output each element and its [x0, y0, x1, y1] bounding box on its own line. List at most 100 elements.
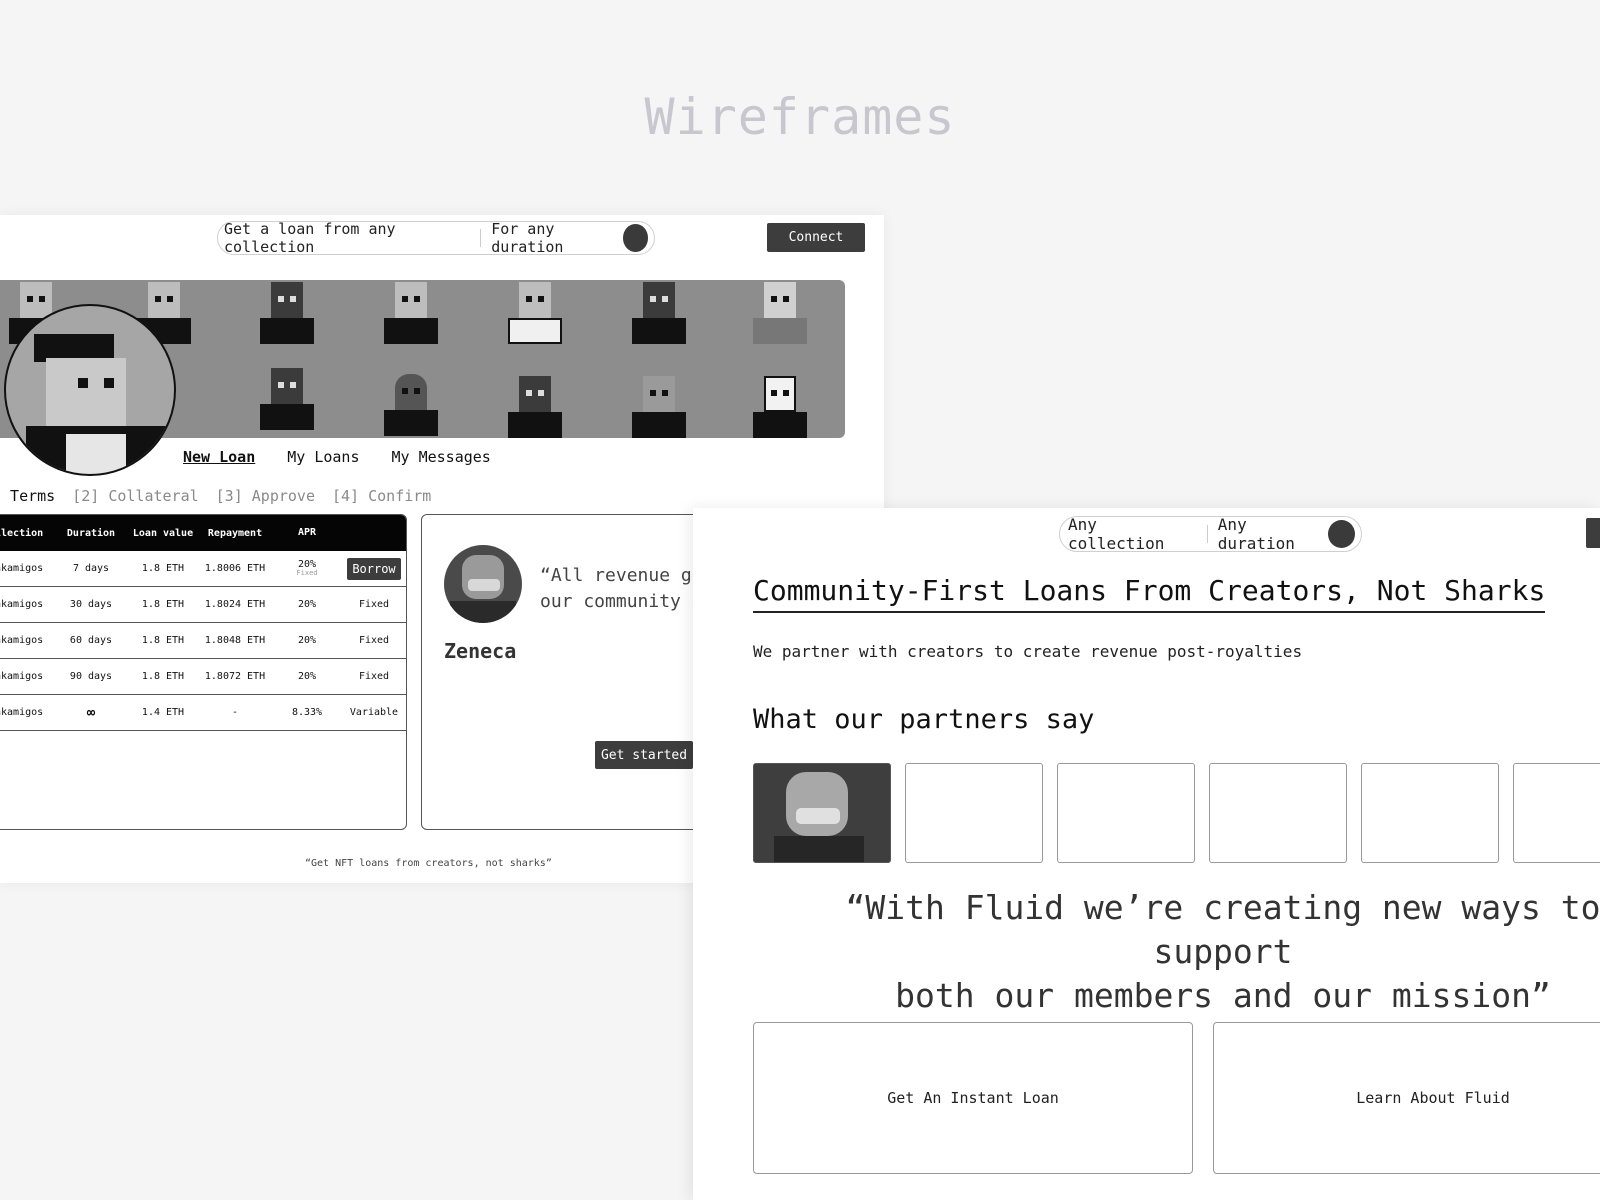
- cell-duration: 7 days: [72, 563, 110, 574]
- quote-line: both our members and our mission”: [895, 976, 1551, 1015]
- nft-avatar-icon: [380, 280, 442, 344]
- nft-avatar-icon: [504, 374, 566, 438]
- cell-repayment: -: [231, 707, 239, 718]
- cell-loan-value: 1.4 ETH: [141, 707, 185, 718]
- cell-duration: 60 days: [69, 635, 113, 646]
- zeneca-avatar: [444, 545, 522, 623]
- table-row[interactable]: akamigos 30 days 1.8 ETH 1.8024 ETH 20% …: [0, 587, 406, 623]
- cell-rate-type: Fixed: [358, 671, 390, 682]
- ape-head-icon: [786, 772, 848, 836]
- step-approve[interactable]: [3] Approve: [216, 487, 315, 505]
- nft-avatar-icon: [256, 366, 318, 430]
- search-toggle-icon[interactable]: [622, 224, 648, 252]
- cell-collection: akamigos: [0, 671, 44, 682]
- table-row[interactable]: akamigos 90 days 1.8 ETH 1.8072 ETH 20% …: [0, 659, 406, 695]
- loan-tabs: New Loan My Loans My Messages: [183, 448, 491, 466]
- quote-line: “All revenue go: [540, 565, 703, 586]
- col-loan-value: Loan value: [132, 527, 194, 539]
- cell-rate-type: Fixed: [358, 635, 390, 646]
- connect-button[interactable]: [1586, 518, 1600, 548]
- nft-avatar-icon: [749, 374, 811, 438]
- hero-subtitle: We partner with creators to create reven…: [753, 642, 1303, 661]
- tab-my-loans[interactable]: My Loans: [287, 448, 359, 466]
- collection-filter[interactable]: Any collection: [1068, 515, 1197, 553]
- partners-heading: What our partners say: [753, 704, 1095, 735]
- nft-avatar-icon: [628, 280, 690, 344]
- step-terms[interactable]: ] Terms: [0, 487, 55, 505]
- cell-duration: 30 days: [69, 599, 113, 610]
- testimonial-author: Zeneca: [444, 639, 517, 663]
- loan-steps: ] Terms [2] Collateral [3] Approve [4] C…: [0, 487, 431, 505]
- collection-filter[interactable]: Get a loan from any collection: [224, 220, 470, 256]
- cell-repayment: 1.8024 ETH: [204, 599, 266, 610]
- nft-avatar-icon: [749, 280, 811, 344]
- col-repayment: Repayment: [207, 527, 263, 539]
- partner-carousel: [753, 763, 1600, 863]
- get-started-button[interactable]: Get started: [595, 741, 693, 769]
- partner-quote: “With Fluid we’re creating new ways to s…: [773, 886, 1600, 1018]
- tab-new-loan[interactable]: New Loan: [183, 448, 255, 466]
- partner-thumb[interactable]: [1361, 763, 1499, 863]
- table-row[interactable]: akamigos ∞ 1.4 ETH - 8.33% Variable: [0, 695, 406, 731]
- tab-my-messages[interactable]: My Messages: [392, 448, 491, 466]
- profile-avatar[interactable]: [4, 304, 176, 476]
- search-toggle-icon[interactable]: [1328, 520, 1355, 548]
- cell-repayment: 1.8006 ETH: [204, 563, 266, 574]
- cell-collection: akamigos: [0, 707, 44, 718]
- hero-title: Community-First Loans From Creators, Not…: [753, 574, 1546, 613]
- cell-collection: akamigos: [0, 599, 44, 610]
- duration-filter[interactable]: Any duration: [1218, 515, 1328, 553]
- step-collateral[interactable]: [2] Collateral: [72, 487, 198, 505]
- nft-avatar-icon: [504, 280, 566, 344]
- testimonial-card: “All revenue go our community a Zeneca G…: [421, 514, 723, 830]
- partner-thumb[interactable]: [1057, 763, 1195, 863]
- search-pill[interactable]: Any collection Any duration: [1059, 515, 1362, 553]
- partner-thumb[interactable]: [1513, 763, 1600, 863]
- cell-loan-value: 1.8 ETH: [141, 599, 185, 610]
- quote-line: “With Fluid we’re creating new ways to s…: [845, 888, 1600, 971]
- partner-thumb[interactable]: [753, 763, 891, 863]
- partner-thumb[interactable]: [905, 763, 1043, 863]
- col-collection: llection: [0, 527, 44, 539]
- duration-filter[interactable]: For any duration: [491, 220, 622, 256]
- apr-type: Fixed: [296, 569, 318, 577]
- cell-rate-type: Variable: [349, 707, 399, 718]
- landing-page-wireframe: Any collection Any duration Community-Fi…: [693, 508, 1600, 1200]
- cell-apr: 8.33%: [291, 706, 323, 718]
- cell-collection: akamigos: [0, 563, 44, 574]
- cell-loan-value: 1.8 ETH: [141, 635, 185, 646]
- table-row[interactable]: akamigos 7 days 1.8 ETH 1.8006 ETH 20%Fi…: [0, 551, 406, 587]
- partner-thumb[interactable]: [1209, 763, 1347, 863]
- cell-action: Borrow: [343, 557, 405, 580]
- pill-divider: [1206, 525, 1208, 543]
- step-confirm[interactable]: [4] Confirm: [332, 487, 431, 505]
- learn-about-fluid-button[interactable]: Learn About Fluid: [1213, 1022, 1600, 1174]
- cell-duration: 90 days: [69, 671, 113, 682]
- connect-button[interactable]: Connect: [767, 223, 865, 252]
- borrow-button[interactable]: Borrow: [347, 557, 401, 580]
- quote-line: our community a: [540, 591, 703, 612]
- table-row[interactable]: akamigos 60 days 1.8 ETH 1.8048 ETH 20% …: [0, 623, 406, 659]
- cell-rate-type: Fixed: [358, 599, 390, 610]
- nft-avatar-icon: [256, 280, 318, 344]
- nft-avatar-icon: [628, 374, 690, 438]
- col-duration: Duration: [66, 527, 116, 539]
- col-apr: APR: [297, 527, 317, 538]
- table-header: llection Duration Loan value Repayment A…: [0, 515, 406, 551]
- search-pill[interactable]: Get a loan from any collection For any d…: [217, 220, 655, 256]
- footer-tagline: “Get NFT loans from creators, not sharks…: [305, 858, 552, 869]
- page-heading: Wireframes: [644, 88, 956, 146]
- cell-repayment: 1.8048 ETH: [204, 635, 266, 646]
- cell-loan-value: 1.8 ETH: [141, 671, 185, 682]
- cell-apr: 20%: [297, 670, 317, 682]
- ape-head-icon: [462, 555, 504, 599]
- cell-apr: 20% Fixed: [271, 560, 343, 577]
- pill-divider: [480, 229, 482, 247]
- cell-collection: akamigos: [0, 635, 44, 646]
- instant-loan-button[interactable]: Get An Instant Loan: [753, 1022, 1193, 1174]
- cell-apr: 20%: [297, 598, 317, 610]
- cell-loan-value: 1.8 ETH: [141, 563, 185, 574]
- cell-apr: 20%: [297, 634, 317, 646]
- cell-repayment: 1.8072 ETH: [204, 671, 266, 682]
- loan-terms-table: llection Duration Loan value Repayment A…: [0, 514, 407, 830]
